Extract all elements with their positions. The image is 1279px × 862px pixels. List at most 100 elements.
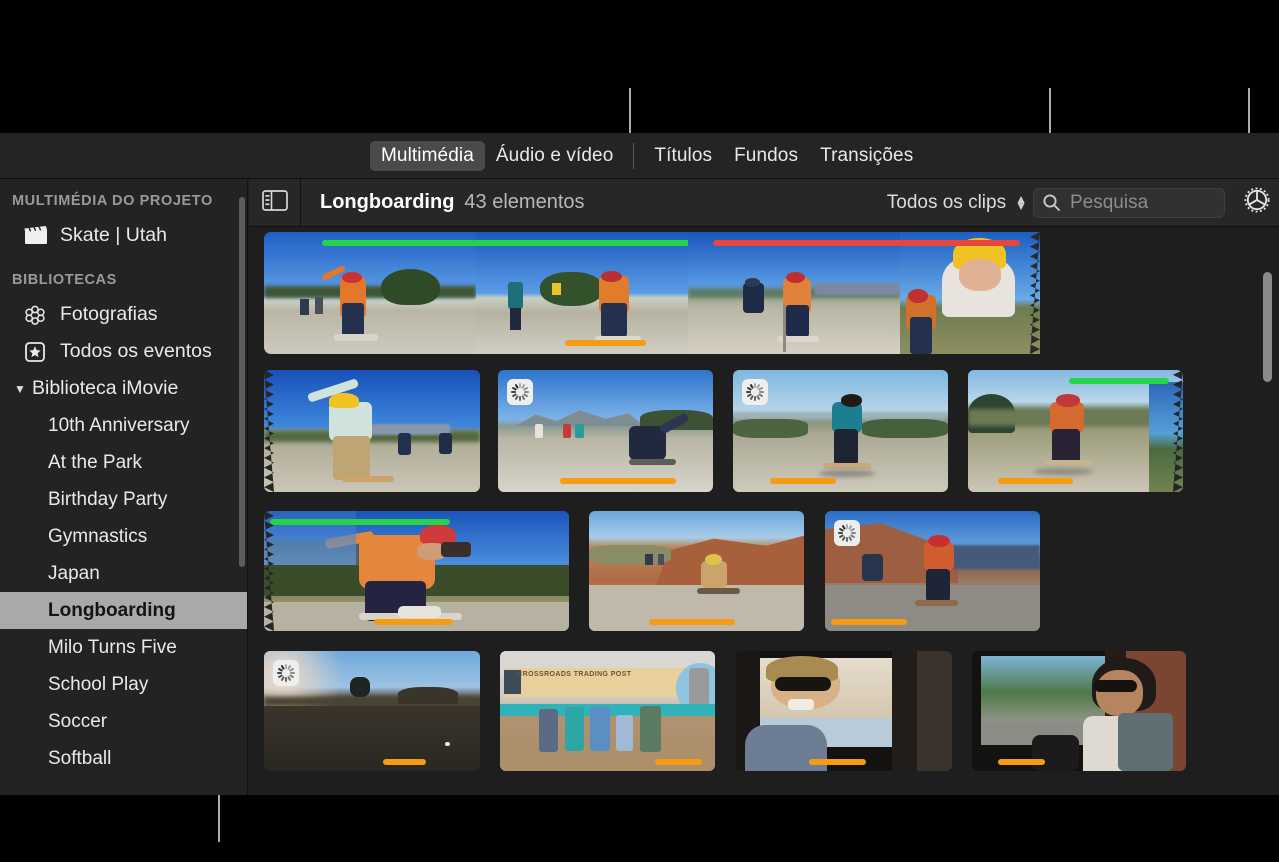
sign-text: CROSSROADS TRADING POST [517,671,631,678]
tab-transitions[interactable]: Transições [809,141,924,171]
sidebar-group-label: Biblioteca iMovie [32,377,178,400]
browser-toolbar: Longboarding 43 elementos Todos os clips… [249,179,1279,227]
sidebar-toggle-icon [262,190,288,216]
sidebar-item-label: Japan [48,563,100,585]
clip-skaters-mountains[interactable] [498,370,713,492]
clip-skater-red-cliffs[interactable] [825,511,1040,631]
sidebar-scrollbar[interactable] [239,197,245,567]
media-browser-pane: Longboarding 43 elementos Todos os clips… [249,179,1279,795]
progress-bar [998,759,1045,765]
progress-bar [809,759,865,765]
clip-skater-yellow-helmet-close[interactable] [900,232,1040,354]
clip-skater-yellow-helmet-arms[interactable] [264,370,480,492]
photos-flower-icon [22,304,48,326]
search-input[interactable]: Pesquisa [1070,192,1148,214]
sidebar-item-project-skate-utah[interactable]: Skate | Utah [0,217,248,254]
clip-skater-valley-view[interactable] [733,370,948,492]
window-body: MULTIMÉDIA DO PROJETO Skate | Utah [0,179,1279,795]
clip-sunset-road[interactable] [264,651,480,771]
sidebar-section-project-media: MULTIMÉDIA DO PROJETO [0,193,248,209]
tab-titles[interactable]: Títulos [643,141,723,171]
progress-bar [383,759,426,765]
sidebar-item-longboarding[interactable]: Longboarding [0,592,248,629]
spinner-icon [834,520,860,546]
spinner-icon [742,379,768,405]
search-field[interactable]: Pesquisa [1033,188,1225,218]
rejected-marker [713,240,900,246]
sidebar-item-label: Soccer [48,711,107,733]
sidebar-item-label: Birthday Party [48,489,167,511]
event-item-count: 43 elementos [464,191,584,214]
sidebar-section-libraries: BIBLIOTECAS [0,272,248,288]
progress-bar [655,759,702,765]
progress-bar [374,619,453,625]
progress-bar [998,478,1073,484]
sidebar-item-softball[interactable]: Softball [0,740,248,777]
sidebar-item-school-play[interactable]: School Play [0,666,248,703]
sidebar-item-japan[interactable]: Japan [0,555,248,592]
favorite-marker [1069,378,1169,384]
sidebar-item-10th-anniversary[interactable]: 10th Anniversary [0,407,248,444]
gear-icon [1242,185,1272,220]
clip-group-trading-post[interactable]: CROSSROADS TRADING POST [500,651,715,771]
sidebar-item-label: Todos os eventos [60,340,212,363]
tab-media[interactable]: Multimédia [370,141,485,171]
sidebar-item-label: At the Park [48,452,142,474]
star-square-icon [22,341,48,363]
libraries-sidebar: MULTIMÉDIA DO PROJETO Skate | Utah [0,179,248,795]
clip-skater-crouch-orange[interactable] [264,511,569,631]
stepper-updown-icon[interactable]: ▲▼ [1015,196,1027,210]
clapperboard-icon [22,225,48,247]
clip-skater-orange-shirt[interactable] [264,232,476,354]
sidebar-item-label: Softball [48,748,111,770]
sidebar-item-label: Gymnastics [48,526,147,548]
sidebar-item-gymnastics[interactable]: Gymnastics [0,518,248,555]
spinner-icon [273,660,299,686]
sidebar-item-label: Skate | Utah [60,224,167,247]
favorite-marker [476,240,688,246]
screenshot-root: Multimédia Áudio e vídeo Títulos Fundos … [0,0,1279,862]
clip-filter-label: Todos os clips [887,192,1006,214]
progress-bar [649,619,735,625]
sidebar-toggle-button[interactable] [249,179,301,227]
progress-bar [565,340,646,346]
sidebar-item-label: 10th Anniversary [48,415,190,437]
sidebar-item-birthday-party[interactable]: Birthday Party [0,481,248,518]
favorite-marker [322,240,476,246]
sidebar-item-photos[interactable]: Fotografias [0,296,248,333]
sidebar-item-milo-turns-five[interactable]: Milo Turns Five [0,629,248,666]
sidebar-group-imovie-library[interactable]: ▼ Biblioteca iMovie [0,370,248,407]
progress-bar [831,619,906,625]
progress-bar [560,478,676,484]
vertical-scrollbar[interactable] [1263,272,1272,382]
clip-grid[interactable]: CROSSROADS TRADING POST [249,228,1279,795]
sidebar-item-label: School Play [48,674,148,696]
clip-red-rock-canyon-road[interactable] [589,511,804,631]
sidebar-item-at-the-park[interactable]: At the Park [0,444,248,481]
event-title: Longboarding [320,191,454,214]
sidebar-item-label: Milo Turns Five [48,637,177,659]
clip-skater-red-helmet-hill[interactable] [968,370,1183,492]
tab-separator [633,143,634,169]
tab-list: Multimédia Áudio e vídeo Títulos Fundos … [370,141,924,171]
spinner-icon [507,379,533,405]
sidebar-item-label: Longboarding [48,600,176,622]
sidebar-divider [247,179,248,795]
sidebar-item-soccer[interactable]: Soccer [0,703,248,740]
favorite-marker [270,519,450,525]
progress-bar [770,478,837,484]
rejected-marker [900,240,1020,246]
tab-backgrounds[interactable]: Fundos [723,141,809,171]
clip-filter-popup[interactable]: Todos os clips ▲▼ [887,192,1027,214]
sidebar-item-all-events[interactable]: Todos os eventos [0,333,248,370]
settings-button[interactable] [1235,179,1279,227]
clip-two-skaters-road[interactable] [476,232,688,354]
chevron-down-icon[interactable]: ▼ [14,382,30,396]
tab-audio-video[interactable]: Áudio e vídeo [485,141,625,171]
media-browser-tabbar: Multimédia Áudio e vídeo Títulos Fundos … [0,133,1279,179]
clip-skater-downhill-pair[interactable] [688,232,900,354]
sidebar-item-label: Fotografias [60,303,158,326]
search-icon [1042,193,1061,212]
clip-man-sunglasses-van[interactable] [736,651,952,771]
clip-woman-sunglasses-van[interactable] [972,651,1186,771]
